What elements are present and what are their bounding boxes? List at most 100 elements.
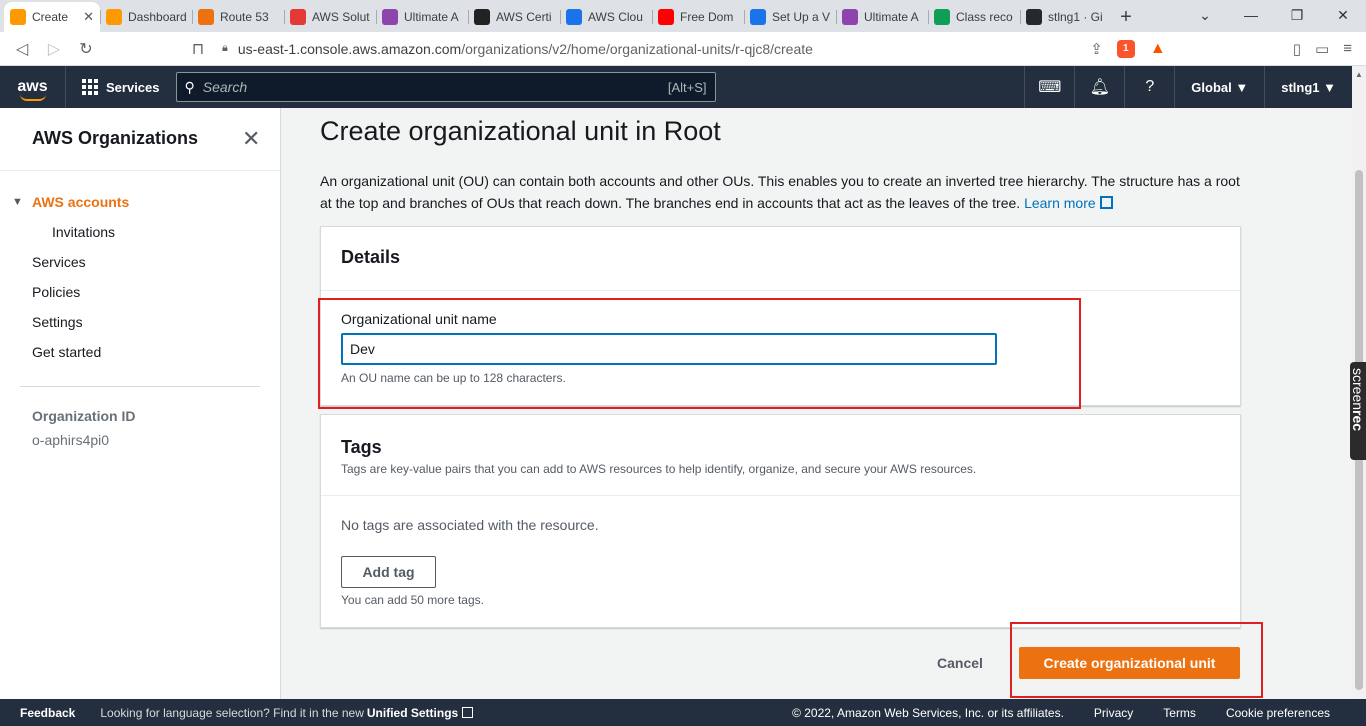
tab-title: Ultimate A	[404, 10, 459, 24]
close-window-button[interactable]: ✕	[1320, 0, 1366, 30]
sidebar-toggle-icon[interactable]: ▯	[1293, 40, 1301, 58]
screenrec-label-b: rec	[1350, 410, 1366, 432]
browser-tab[interactable]: Create ✕	[4, 2, 100, 32]
sidebar-item-services[interactable]: Services	[32, 254, 86, 270]
account-menu[interactable]: stlng1 ▼	[1264, 66, 1352, 108]
back-button[interactable]: ◁	[6, 34, 38, 64]
tab-search-icon[interactable]: ⌄	[1182, 0, 1228, 30]
close-tab-icon[interactable]: ✕	[83, 9, 94, 25]
details-panel: Details Organizational unit name An OU n…	[320, 226, 1241, 406]
tab-favicon-icon	[842, 9, 858, 25]
browser-tab[interactable]: Free Dom	[652, 2, 744, 32]
add-tag-button[interactable]: Add tag	[341, 556, 436, 588]
cookie-preferences-link[interactable]: Cookie preferences	[1226, 706, 1330, 720]
divider	[0, 170, 280, 171]
tab-favicon-icon	[290, 9, 306, 25]
browser-tab[interactable]: AWS Clou	[560, 2, 652, 32]
create-ou-button[interactable]: Create organizational unit	[1019, 647, 1240, 679]
tab-favicon-icon	[658, 9, 674, 25]
tab-favicon-icon	[10, 9, 26, 25]
brave-rewards-icon[interactable]: ▲	[1149, 40, 1167, 58]
external-link-icon	[1099, 196, 1113, 209]
forward-button[interactable]: ▷	[38, 34, 70, 64]
region-selector[interactable]: Global ▼	[1174, 66, 1264, 108]
services-label: Services	[106, 79, 160, 95]
share-icon[interactable]: ⇪	[1090, 40, 1103, 58]
url-host: us-east-1.console.aws.amazon.com	[237, 40, 462, 57]
browser-tab[interactable]: stlng1 · Gi	[1020, 2, 1112, 32]
tab-list: Create ✕ Dashboard Route 53 AWS Solut Ultimat…	[0, 0, 1112, 32]
grid-icon	[82, 79, 98, 95]
browser-tab[interactable]: Ultimate A	[376, 2, 468, 32]
search-input[interactable]: ⚲ Search [Alt+S]	[175, 72, 716, 102]
services-menu[interactable]: Services	[66, 66, 176, 108]
search-shortcut: [Alt+S]	[667, 79, 707, 95]
side-navigation: AWS Organizations ✕ ▼ AWS accounts Invit…	[0, 108, 281, 699]
url-path: /organizations/v2/home/organizational-un…	[461, 40, 813, 57]
tab-favicon-icon	[382, 9, 398, 25]
tab-title: AWS Clou	[588, 10, 643, 24]
browser-tab[interactable]: AWS Solut	[284, 2, 376, 32]
browser-tab[interactable]: Ultimate A	[836, 2, 928, 32]
new-tab-button[interactable]: +	[1112, 2, 1140, 32]
cloudshell-icon[interactable]: ⌨	[1024, 66, 1074, 108]
sidebar-item-policies[interactable]: Policies	[32, 284, 80, 300]
help-icon[interactable]: ?	[1124, 66, 1174, 108]
bell-icon[interactable]: 🔔︎	[1074, 66, 1124, 108]
minimize-button[interactable]: —	[1228, 0, 1274, 30]
sidebar-item-get-started[interactable]: Get started	[32, 344, 101, 360]
nav-right-group: ⌨ 🔔︎ ? Global ▼ stlng1 ▼	[1024, 66, 1352, 108]
browser-tab-strip: Create ✕ Dashboard Route 53 AWS Solut Ultimat…	[0, 0, 1366, 32]
close-icon[interactable]: ✕	[242, 126, 260, 152]
org-id-label: Organization ID	[32, 408, 136, 424]
sidebar-item-settings[interactable]: Settings	[32, 314, 83, 330]
tab-title: Free Dom	[680, 10, 734, 24]
tab-favicon-icon	[750, 9, 766, 25]
search-placeholder: Search	[202, 79, 248, 95]
privacy-link[interactable]: Privacy	[1094, 706, 1133, 720]
tab-title: Set Up a V	[772, 10, 830, 24]
tab-favicon-icon	[934, 9, 950, 25]
screenrec-badge[interactable]: screen rec	[1350, 362, 1366, 460]
unified-settings-link[interactable]: Unified Settings	[367, 706, 458, 720]
reload-button[interactable]: ↻	[70, 34, 102, 64]
tab-title: Create	[32, 10, 69, 24]
wallet-icon[interactable]: ▭	[1315, 40, 1329, 58]
tab-title: Dashboard	[128, 10, 186, 24]
address-bar: ◁ ▷ ↻ ⊓ 🔒︎ us-east-1.console.aws.amazon.…	[0, 32, 1366, 66]
bookmark-icon[interactable]: ⊓	[182, 34, 214, 64]
search-icon: ⚲	[184, 78, 195, 95]
tab-title: Ultimate A	[864, 10, 919, 24]
language-notice: Looking for language selection? Find it …	[100, 706, 474, 720]
cancel-button[interactable]: Cancel	[920, 648, 1000, 678]
scroll-up-icon[interactable]: ▲	[1355, 70, 1363, 79]
learn-more-label: Learn more	[1024, 195, 1096, 211]
menu-icon[interactable]: ≡	[1343, 40, 1352, 57]
sidebar-item-aws-accounts[interactable]: AWS accounts	[32, 194, 129, 210]
tab-favicon-icon	[106, 9, 122, 25]
feedback-link[interactable]: Feedback	[20, 706, 75, 720]
aws-logo[interactable]: aws	[0, 66, 66, 108]
browser-tab[interactable]: Set Up a V	[744, 2, 836, 32]
sidebar-item-invitations[interactable]: Invitations	[52, 224, 115, 240]
maximize-button[interactable]: ❐	[1274, 0, 1320, 30]
browser-tab[interactable]: Route 53	[192, 2, 284, 32]
browser-tab[interactable]: Dashboard	[100, 2, 192, 32]
tags-description: Tags are key-value pairs that you can ad…	[341, 462, 977, 476]
browser-tab[interactable]: AWS Certi	[468, 2, 560, 32]
learn-more-link[interactable]: Learn more	[1024, 195, 1113, 211]
caret-down-icon[interactable]: ▼	[12, 196, 23, 208]
brave-shield-icon[interactable]: 1	[1116, 39, 1135, 58]
copyright-text: © 2022, Amazon Web Services, Inc. or its…	[792, 705, 1064, 720]
sidebar-title: AWS Organizations	[32, 128, 199, 148]
ou-name-hint: An OU name can be up to 128 characters.	[341, 371, 566, 385]
ou-name-label: Organizational unit name	[341, 311, 497, 327]
tags-limit-text: You can add 50 more tags.	[341, 593, 484, 607]
url-field[interactable]: 🔒︎ us-east-1.console.aws.amazon.com/orga…	[222, 41, 1090, 57]
divider	[20, 386, 260, 387]
ou-name-input[interactable]	[341, 333, 997, 365]
terms-link[interactable]: Terms	[1163, 706, 1196, 720]
browser-tab[interactable]: Class reco	[928, 2, 1020, 32]
tab-title: AWS Solut	[312, 10, 370, 24]
tab-favicon-icon	[566, 9, 582, 25]
